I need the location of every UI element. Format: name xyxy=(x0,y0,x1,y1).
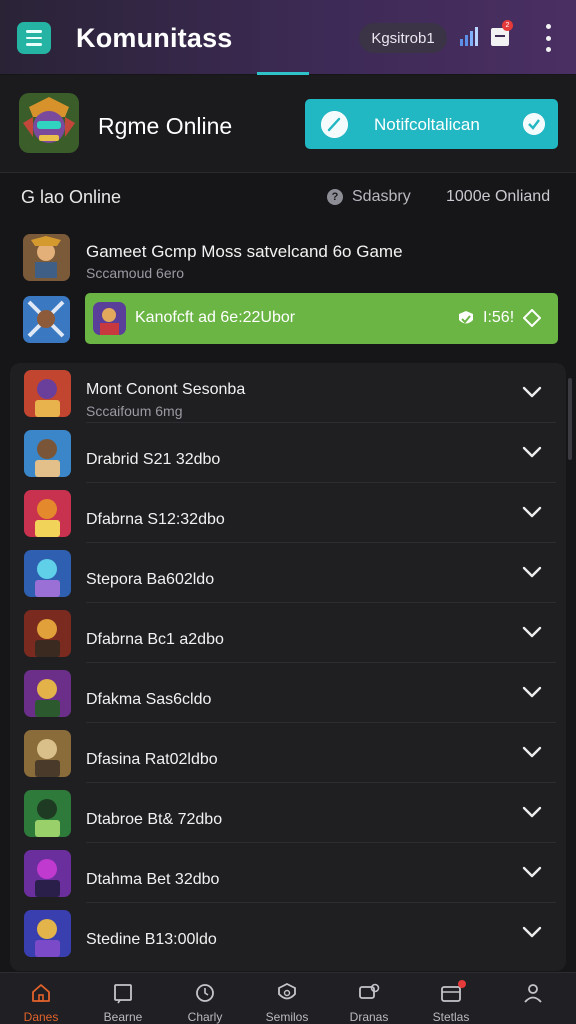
chevron-down-icon[interactable] xyxy=(522,865,542,879)
status-row: G lao Online ? Sdasbry 1000e Onliand xyxy=(0,174,576,220)
sorcerer-icon xyxy=(24,850,71,897)
help-icon[interactable]: ? xyxy=(327,189,343,205)
pen-icon xyxy=(321,111,348,138)
notification-badge: 2 xyxy=(502,20,513,31)
ranger-icon xyxy=(24,790,71,837)
list-item-name: Dfabrna S12:32dbo xyxy=(86,511,225,528)
frame-icon xyxy=(114,984,132,1004)
featured-subtitle: Sccamoud 6ero xyxy=(86,265,185,281)
banner-label: Kanofcft ad 6e:22Ubor xyxy=(135,309,296,326)
list-item-subtitle: Sccaifoum 6mg xyxy=(86,403,183,419)
home-icon xyxy=(32,984,50,1002)
list-item-name: Dtabroe Bt& 72dbo xyxy=(86,811,223,828)
chevron-down-icon[interactable] xyxy=(522,745,542,759)
signal-icon[interactable] xyxy=(458,26,480,48)
list-item-name: Dtahma Bet 32dbo xyxy=(86,871,220,888)
scrollbar[interactable] xyxy=(568,378,572,460)
chevron-down-icon[interactable] xyxy=(522,925,542,939)
list-item-name: Dfabrna Bc1 a2dbo xyxy=(86,631,224,648)
banner-avatar xyxy=(93,302,126,335)
list-item[interactable]: Dtabroe Bt& 72dbo xyxy=(10,783,556,843)
check-circle-icon xyxy=(523,113,545,135)
bottom-navigation: Danes Bearne Charly Semilos Dranas Stetlas xyxy=(0,972,576,1024)
chevron-down-icon[interactable] xyxy=(522,805,542,819)
person-icon xyxy=(524,984,542,1003)
list-item[interactable]: Mont Conont Sesonba Sccaifoum 6mg xyxy=(10,363,556,423)
list-item-name: Drabrid S21 32dbo xyxy=(86,451,221,468)
diamond-check-icon[interactable] xyxy=(523,309,541,327)
game-list: Mont Conont Sesonba Sccaifoum 6mg Drabrid … xyxy=(10,363,566,971)
list-item-name: Dfasina Rat02ldbo xyxy=(86,751,218,768)
banner-count: I:56! xyxy=(483,309,515,326)
chat-icon xyxy=(359,983,380,999)
knight-icon xyxy=(24,610,71,657)
game-avatar[interactable] xyxy=(19,93,79,153)
list-item[interactable]: Dtahma Bet 32dbo xyxy=(10,843,556,903)
clock-icon xyxy=(196,984,214,1002)
flame-icon xyxy=(24,490,71,537)
chevron-down-icon[interactable] xyxy=(522,505,542,519)
featured-thumb xyxy=(23,234,70,281)
list-item[interactable]: Dfasina Rat02ldbo xyxy=(10,723,556,783)
nav-label: Charly xyxy=(187,1010,223,1024)
nav-label: Danes xyxy=(23,1010,59,1024)
nav-item[interactable]: Charly xyxy=(164,973,246,1024)
highlight-thumb xyxy=(23,296,70,343)
badge-check-icon xyxy=(459,311,473,324)
arena-icon xyxy=(24,670,71,717)
list-item-name: Stepora Ba602ldo xyxy=(86,571,215,588)
search-chip[interactable]: Kgsitrob1 xyxy=(359,23,447,53)
list-item[interactable]: Dfabrna S12:32dbo xyxy=(10,483,556,543)
warrior-icon xyxy=(24,430,71,477)
nav-label: Bearne xyxy=(103,1010,143,1024)
featured-item[interactable]: Gameet Gcmp Moss satvelcand 6o Game Scca… xyxy=(0,226,576,288)
list-item-name: Mont Conont Sesonba xyxy=(86,381,246,398)
notification-button[interactable]: Notifcoltalican xyxy=(305,99,558,149)
list-item[interactable]: Stepora Ba602ldo xyxy=(10,543,556,603)
list-item[interactable]: Drabrid S21 32dbo xyxy=(10,423,556,483)
champion-icon xyxy=(24,910,71,957)
mage-icon xyxy=(24,550,71,597)
overflow-menu-icon[interactable] xyxy=(540,24,556,52)
app-bar: Komunitass Kgsitrob1 2 xyxy=(0,0,576,74)
menu-button[interactable] xyxy=(17,22,51,54)
nav-item[interactable]: Stetlas xyxy=(410,973,492,1024)
nav-item[interactable]: Bearne xyxy=(82,973,164,1024)
online-status: G lao Online xyxy=(21,187,122,207)
soldier-icon xyxy=(24,730,71,777)
chevron-down-icon[interactable] xyxy=(522,445,542,459)
nav-item[interactable] xyxy=(492,973,574,1024)
notification-button-label: Notifcoltalican xyxy=(374,115,480,134)
nav-label: Stetlas xyxy=(432,1010,470,1024)
nav-label: Dranas xyxy=(349,1010,389,1024)
chevron-down-icon[interactable] xyxy=(522,565,542,579)
list-item-name: Dfakma Sas6cldo xyxy=(86,691,212,708)
nav-label: Semilos xyxy=(265,1010,309,1024)
list-item[interactable]: Dfakma Sas6cldo xyxy=(10,663,556,723)
chevron-down-icon[interactable] xyxy=(522,625,542,639)
game-title: Rgme Online xyxy=(98,113,233,139)
chevron-down-icon[interactable] xyxy=(522,685,542,699)
list-item[interactable]: Dfabrna Bc1 a2dbo xyxy=(10,603,556,663)
game-hero: Rgme Online Notifcoltalican xyxy=(0,75,576,173)
nav-badge xyxy=(458,980,466,988)
list-item-name: Stedine B13:00ldo xyxy=(86,931,217,948)
online-count: 1000e Onliand xyxy=(446,188,551,205)
nav-item[interactable]: Dranas xyxy=(328,973,410,1024)
app-title: Komunitass xyxy=(76,23,233,53)
nav-item[interactable]: Semilos xyxy=(246,973,328,1024)
highlight-banner[interactable]: Kanofcft ad 6e:22Ubor I:56! xyxy=(85,293,558,344)
featured-highlight-row[interactable]: Kanofcft ad 6e:22Ubor I:56! xyxy=(0,290,576,350)
status-category[interactable]: Sdasbry xyxy=(352,188,411,206)
chevron-down-icon[interactable] xyxy=(522,385,542,399)
nav-item[interactable]: Danes xyxy=(0,973,82,1024)
list-item[interactable]: Stedine B13:00ldo xyxy=(10,903,556,963)
shield-icon xyxy=(278,982,296,1000)
hero-icon xyxy=(24,370,71,417)
featured-title: Gameet Gcmp Moss satvelcand 6o Game xyxy=(86,242,403,261)
